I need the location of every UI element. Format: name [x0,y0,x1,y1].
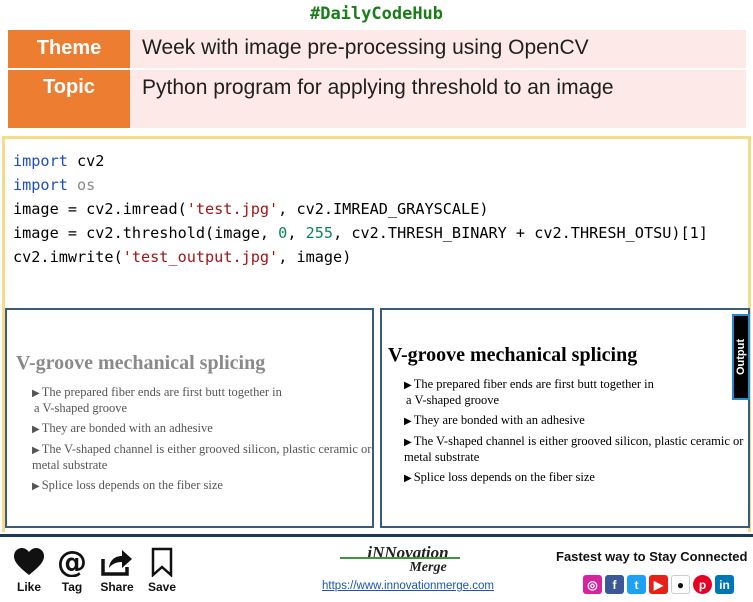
tag-label: Tag [61,580,83,594]
code-line-1: import cv2 [13,149,748,173]
connect-text: Fastest way to Stay Connected [556,549,748,564]
code-block: import cv2 import os image = cv2.imread('t… [2,136,751,270]
slide-bullet: They are bonded with an adhesive [16,421,372,437]
input-image-panel: V-groove mechanical splicing The prepare… [5,308,374,528]
linkedin-icon[interactable]: in [715,575,734,594]
output-label-text: Output [735,338,747,376]
share-label: Share [100,580,134,594]
slide-bullet: Splice loss depends on the fiber size [16,478,372,494]
code-string: 'test.jpg' [186,200,279,218]
topic-value: Python program for applying threshold to… [130,70,746,128]
brand-logo: iNNovation Merge https://www.innovationm… [318,543,498,592]
save-label: Save [147,580,177,594]
code-number: 0 [278,224,288,242]
like-button[interactable]: Like [9,547,49,594]
code-line-3: image = cv2.imread('test.jpg', cv2.IMREA… [13,197,748,221]
slide-title: V-groove mechanical splicing [16,352,266,374]
info-table: Theme Week with image pre-processing usi… [8,30,746,130]
code-text: , image) [278,248,352,266]
heart-icon [14,548,44,575]
topic-label: Topic [8,70,130,128]
website-link[interactable]: https://www.innovationmerge.com [318,580,498,592]
slide-bullet: The V-shaped channel is either grooved s… [388,434,748,465]
bookmark-icon [151,547,173,577]
slide-bullet-cont: a V-shaped groove [34,401,128,415]
pinterest-icon[interactable]: p [693,575,712,594]
save-button[interactable]: Save [142,547,182,594]
code-text: cv2 [67,152,105,170]
code-number: 255 [305,224,334,242]
footer-bar: Like @ Tag Share Save iNNovation Merge h… [0,534,753,602]
tag-button[interactable]: @ Tag [52,547,92,594]
slide-bullet: The prepared fiber ends are first butt t… [388,377,748,393]
code-string: 'test_output.jpg' [122,248,279,266]
output-image-panel: V-groove mechanical splicing The prepare… [380,308,750,528]
topic-row: Topic Python program for applying thresh… [8,70,746,128]
input-slide: V-groove mechanical splicing The prepare… [7,310,372,494]
instagram-icon[interactable]: ◎ [583,575,602,594]
facebook-icon[interactable]: f [605,575,624,594]
youtube-icon[interactable]: ▶ [649,575,668,594]
hashtag-title: #DailyCodeHub [309,4,444,24]
slide-bullet: The prepared fiber ends are first butt t… [16,385,372,401]
share-button[interactable]: Share [97,547,137,594]
code-line-4: image = cv2.threshold(image, 0, 255, cv2… [13,221,748,245]
slide-bullet: Splice loss depends on the fiber size [388,470,748,486]
code-text: cv2.imwrite( [13,248,123,266]
code-keyword: import [13,176,68,194]
share-icon [101,550,132,576]
output-slide: V-groove mechanical splicing The prepare… [382,310,748,486]
slide-bullet-cont: a V-shaped groove [406,393,500,407]
theme-row: Theme Week with image pre-processing usi… [8,30,746,68]
svg-text:@: @ [57,547,87,577]
code-text: image = cv2.imread( [13,200,187,218]
code-keyword: import [13,152,68,170]
output-label: Output [732,314,750,400]
theme-label: Theme [8,30,130,68]
theme-value: Week with image pre-processing using Ope… [130,30,746,68]
code-module: os [67,176,96,194]
like-label: Like [16,580,41,594]
code-text: image = cv2.threshold(image, [13,224,279,242]
code-line-2: import os [13,173,748,197]
code-text: , [287,224,306,242]
code-text: , cv2.IMREAD_GRAYSCALE) [278,200,489,218]
twitter-icon[interactable]: t [627,575,646,594]
slide-bullet: They are bonded with an adhesive [388,413,748,429]
code-line-5: cv2.imwrite('test_output.jpg', image) [13,245,748,269]
slide-title: V-groove mechanical splicing [388,344,638,366]
code-text: , cv2.THRESH_BINARY + cv2.THRESH_OTSU)[1… [333,224,708,242]
social-icons: ◎ f t ▶ ● p in [583,575,734,594]
github-icon[interactable]: ● [671,575,690,594]
brand-underline [340,557,460,559]
slide-bullet: The V-shaped channel is either grooved s… [16,442,372,473]
at-icon: @ [57,547,87,577]
